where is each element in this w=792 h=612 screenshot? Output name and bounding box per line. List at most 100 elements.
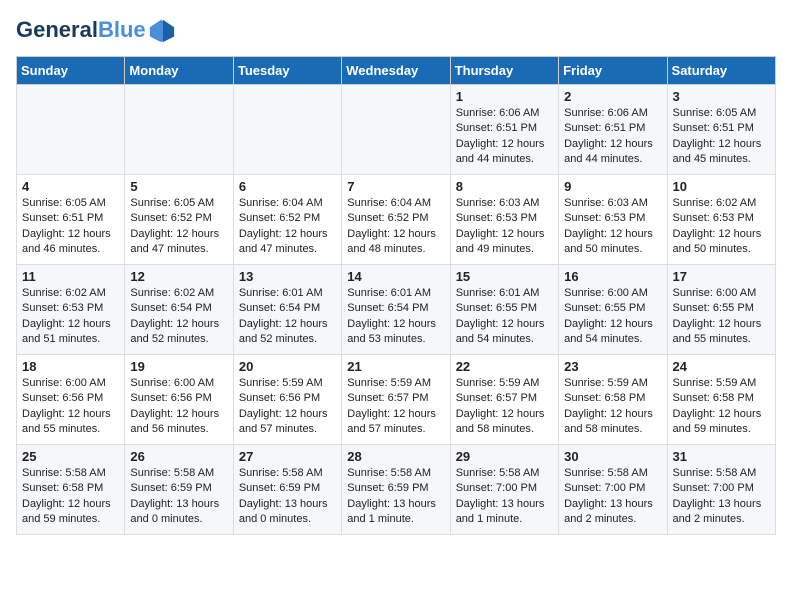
calendar-cell: 3 Sunrise: 6:05 AMSunset: 6:51 PMDaylight… [667, 85, 775, 175]
day-info: Sunrise: 6:05 AMSunset: 6:51 PMDaylight:… [673, 106, 770, 168]
day-number: 1 [456, 89, 553, 104]
weekday-header: Sunday [17, 57, 125, 85]
calendar-table: SundayMondayTuesdayWednesdayThursdayFrid… [16, 56, 776, 535]
calendar-cell: 30 Sunrise: 5:58 AMSunset: 7:00 PMDayligh… [559, 445, 667, 535]
calendar-cell: 1 Sunrise: 6:06 AMSunset: 6:51 PMDaylight… [450, 85, 558, 175]
calendar-cell: 14 Sunrise: 6:01 AMSunset: 6:54 PMDayligh… [342, 265, 450, 355]
day-info: Sunrise: 6:04 AMSunset: 6:52 PMDaylight:… [239, 196, 336, 258]
calendar-cell [342, 85, 450, 175]
calendar-cell: 21Sunrise: 5:59 AMSunset: 6:57 PMDayligh… [342, 355, 450, 445]
day-info: Sunrise: 6:05 AMSunset: 6:51 PMDaylight:… [22, 196, 119, 258]
day-info: Sunrise: 6:00 AMSunset: 6:55 PMDaylight:… [564, 286, 661, 348]
calendar-cell: 5Sunrise: 6:05 AMSunset: 6:52 PMDaylight… [125, 175, 233, 265]
day-info: Sunrise: 6:06 AMSunset: 6:51 PMDaylight:… [564, 106, 661, 168]
logo-icon [148, 16, 176, 44]
header: GeneralBlue [16, 16, 776, 44]
day-info: Sunrise: 6:03 AMSunset: 6:53 PMDaylight:… [456, 196, 553, 258]
day-info: Sunrise: 6:02 AMSunset: 6:53 PMDaylight:… [673, 196, 770, 258]
day-number: 24 [673, 359, 770, 374]
day-number: 18 [22, 359, 119, 374]
day-number: 17 [673, 269, 770, 284]
weekday-header: Monday [125, 57, 233, 85]
logo-text: GeneralBlue [16, 19, 146, 41]
day-info: Sunrise: 5:58 AMSunset: 6:59 PMDaylight:… [130, 466, 227, 528]
day-number: 8 [456, 179, 553, 194]
calendar-cell: 27Sunrise: 5:58 AMSunset: 6:59 PMDayligh… [233, 445, 341, 535]
calendar-header-row: SundayMondayTuesdayWednesdayThursdayFrid… [17, 57, 776, 85]
day-number: 16 [564, 269, 661, 284]
day-info: Sunrise: 5:59 AMSunset: 6:56 PMDaylight:… [239, 376, 336, 438]
day-number: 20 [239, 359, 336, 374]
calendar-week-row: 1 Sunrise: 6:06 AMSunset: 6:51 PMDaylight… [17, 85, 776, 175]
day-info: Sunrise: 6:02 AMSunset: 6:54 PMDaylight:… [130, 286, 227, 348]
day-info: Sunrise: 5:58 AMSunset: 7:00 PMDaylight:… [456, 466, 553, 528]
day-number: 3 [673, 89, 770, 104]
calendar-cell: 2 Sunrise: 6:06 AMSunset: 6:51 PMDaylight… [559, 85, 667, 175]
logo: GeneralBlue [16, 16, 176, 44]
day-info: Sunrise: 6:00 AMSunset: 6:56 PMDaylight:… [130, 376, 227, 438]
calendar-cell: 11 Sunrise: 6:02 AMSunset: 6:53 PMDayligh… [17, 265, 125, 355]
day-number: 13 [239, 269, 336, 284]
calendar-cell [125, 85, 233, 175]
day-info: Sunrise: 6:06 AMSunset: 6:51 PMDaylight:… [456, 106, 553, 168]
weekday-header: Saturday [667, 57, 775, 85]
calendar-cell [233, 85, 341, 175]
day-number: 19 [130, 359, 227, 374]
day-number: 9 [564, 179, 661, 194]
calendar-cell: 25Sunrise: 5:58 AMSunset: 6:58 PMDayligh… [17, 445, 125, 535]
day-number: 26 [130, 449, 227, 464]
calendar-week-row: 4Sunrise: 6:05 AMSunset: 6:51 PMDaylight… [17, 175, 776, 265]
calendar-cell: 13 Sunrise: 6:01 AMSunset: 6:54 PMDayligh… [233, 265, 341, 355]
day-info: Sunrise: 6:01 AMSunset: 6:55 PMDaylight:… [456, 286, 553, 348]
weekday-header: Thursday [450, 57, 558, 85]
day-number: 21 [347, 359, 444, 374]
day-info: Sunrise: 6:05 AMSunset: 6:52 PMDaylight:… [130, 196, 227, 258]
calendar-body: 1 Sunrise: 6:06 AMSunset: 6:51 PMDaylight… [17, 85, 776, 535]
calendar-cell: 20 Sunrise: 5:59 AMSunset: 6:56 PMDayligh… [233, 355, 341, 445]
day-info: Sunrise: 5:58 AMSunset: 7:00 PMDaylight:… [673, 466, 770, 528]
calendar-cell: 22 Sunrise: 5:59 AMSunset: 6:57 PMDayligh… [450, 355, 558, 445]
day-info: Sunrise: 6:00 AMSunset: 6:55 PMDaylight:… [673, 286, 770, 348]
day-info: Sunrise: 5:59 AMSunset: 6:57 PMDaylight:… [456, 376, 553, 438]
weekday-header: Tuesday [233, 57, 341, 85]
calendar-cell: 28Sunrise: 5:58 AMSunset: 6:59 PMDayligh… [342, 445, 450, 535]
day-number: 27 [239, 449, 336, 464]
calendar-week-row: 11 Sunrise: 6:02 AMSunset: 6:53 PMDayligh… [17, 265, 776, 355]
day-info: Sunrise: 6:01 AMSunset: 6:54 PMDaylight:… [347, 286, 444, 348]
day-info: Sunrise: 5:58 AMSunset: 7:00 PMDaylight:… [564, 466, 661, 528]
day-number: 14 [347, 269, 444, 284]
day-info: Sunrise: 6:02 AMSunset: 6:53 PMDaylight:… [22, 286, 119, 348]
day-number: 7 [347, 179, 444, 194]
day-number: 23 [564, 359, 661, 374]
day-number: 15 [456, 269, 553, 284]
calendar-cell: 15 Sunrise: 6:01 AMSunset: 6:55 PMDayligh… [450, 265, 558, 355]
calendar-cell: 10 Sunrise: 6:02 AMSunset: 6:53 PMDayligh… [667, 175, 775, 265]
calendar-week-row: 25Sunrise: 5:58 AMSunset: 6:58 PMDayligh… [17, 445, 776, 535]
day-info: Sunrise: 6:01 AMSunset: 6:54 PMDaylight:… [239, 286, 336, 348]
calendar-cell: 19 Sunrise: 6:00 AMSunset: 6:56 PMDayligh… [125, 355, 233, 445]
calendar-cell: 23 Sunrise: 5:59 AMSunset: 6:58 PMDayligh… [559, 355, 667, 445]
day-info: Sunrise: 5:59 AMSunset: 6:58 PMDaylight:… [673, 376, 770, 438]
day-info: Sunrise: 5:59 AMSunset: 6:58 PMDaylight:… [564, 376, 661, 438]
day-number: 30 [564, 449, 661, 464]
weekday-header: Wednesday [342, 57, 450, 85]
calendar-cell: 17 Sunrise: 6:00 AMSunset: 6:55 PMDayligh… [667, 265, 775, 355]
day-number: 10 [673, 179, 770, 194]
calendar-cell: 24 Sunrise: 5:59 AMSunset: 6:58 PMDayligh… [667, 355, 775, 445]
calendar-cell: 26 Sunrise: 5:58 AMSunset: 6:59 PMDayligh… [125, 445, 233, 535]
day-number: 29 [456, 449, 553, 464]
calendar-cell: 9 Sunrise: 6:03 AMSunset: 6:53 PMDaylight… [559, 175, 667, 265]
day-number: 2 [564, 89, 661, 104]
day-number: 6 [239, 179, 336, 194]
calendar-week-row: 18 Sunrise: 6:00 AMSunset: 6:56 PMDayligh… [17, 355, 776, 445]
calendar-cell: 18 Sunrise: 6:00 AMSunset: 6:56 PMDayligh… [17, 355, 125, 445]
day-info: Sunrise: 5:58 AMSunset: 6:59 PMDaylight:… [347, 466, 444, 528]
day-number: 22 [456, 359, 553, 374]
calendar-cell: 29 Sunrise: 5:58 AMSunset: 7:00 PMDayligh… [450, 445, 558, 535]
day-info: Sunrise: 6:03 AMSunset: 6:53 PMDaylight:… [564, 196, 661, 258]
day-number: 25 [22, 449, 119, 464]
day-info: Sunrise: 6:00 AMSunset: 6:56 PMDaylight:… [22, 376, 119, 438]
day-number: 31 [673, 449, 770, 464]
day-number: 11 [22, 269, 119, 284]
calendar-cell: 8 Sunrise: 6:03 AMSunset: 6:53 PMDaylight… [450, 175, 558, 265]
